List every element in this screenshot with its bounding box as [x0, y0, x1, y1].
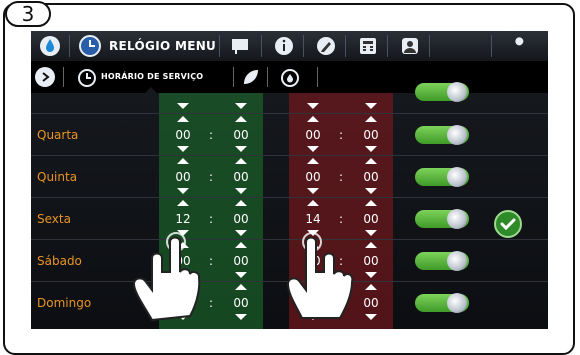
start-minute-down[interactable]: [235, 230, 247, 236]
day-toggle[interactable]: [415, 209, 469, 229]
end-minute[interactable]: 00: [359, 212, 383, 226]
start-minute[interactable]: 00: [229, 254, 253, 268]
time-separator: :: [209, 128, 214, 142]
end-hour-down[interactable]: [307, 103, 319, 109]
end-minute-down[interactable]: [365, 103, 377, 109]
start-minute-down[interactable]: [235, 103, 247, 109]
day-label: Quinta: [37, 170, 78, 184]
start-minute[interactable]: 00: [229, 128, 253, 142]
right-hand-tap-icon: [286, 232, 354, 319]
start-minute-up[interactable]: [235, 200, 247, 206]
start-hour-down[interactable]: [177, 188, 189, 194]
time-separator: :: [209, 296, 214, 310]
day-label: Sexta: [37, 212, 71, 226]
end-minute-down[interactable]: [365, 230, 377, 236]
day-toggle[interactable]: [415, 167, 469, 187]
start-hour-up[interactable]: [177, 158, 189, 164]
end-minute[interactable]: 00: [359, 170, 383, 184]
calculator-icon[interactable]: [355, 35, 381, 57]
time-separator: :: [339, 212, 344, 226]
day-toggle[interactable]: [415, 82, 469, 102]
clock-icon[interactable]: [77, 35, 103, 57]
time-separator: :: [209, 212, 214, 226]
start-hour[interactable]: 00: [171, 128, 195, 142]
start-minute[interactable]: 00: [229, 212, 253, 226]
end-minute-down[interactable]: [365, 314, 377, 320]
day-toggle[interactable]: [415, 293, 469, 313]
end-hour-down[interactable]: [307, 188, 319, 194]
time-separator: :: [339, 170, 344, 184]
start-hour-up[interactable]: [177, 200, 189, 206]
top-menu-bar: RELÓGIO MENU: [31, 31, 548, 61]
end-hour[interactable]: 14: [301, 212, 325, 226]
start-hour[interactable]: 00: [171, 170, 195, 184]
checkmark-icon: [500, 218, 516, 231]
start-hour-down[interactable]: [177, 146, 189, 152]
start-minute-down[interactable]: [235, 314, 247, 320]
end-hour-up[interactable]: [307, 116, 319, 122]
start-minute-up[interactable]: [235, 284, 247, 290]
start-minute[interactable]: 00: [229, 170, 253, 184]
start-minute[interactable]: 00: [229, 296, 253, 310]
user-icon[interactable]: [397, 35, 423, 57]
wrench-icon[interactable]: [507, 35, 533, 57]
start-minute-up[interactable]: [235, 116, 247, 122]
step-number-badge: 3: [5, 1, 51, 27]
start-hour-down[interactable]: [177, 103, 189, 109]
left-hand-tap-icon: [132, 232, 201, 322]
end-minute-up[interactable]: [365, 200, 377, 206]
end-minute-down[interactable]: [365, 272, 377, 278]
pencil-icon[interactable]: [313, 35, 339, 57]
end-hour[interactable]: 00: [301, 128, 325, 142]
start-hour-up[interactable]: [177, 116, 189, 122]
end-minute[interactable]: 00: [359, 254, 383, 268]
start-minute-up[interactable]: [235, 242, 247, 248]
end-minute[interactable]: 00: [359, 296, 383, 310]
end-minute-down[interactable]: [365, 188, 377, 194]
end-minute-up[interactable]: [365, 116, 377, 122]
schedule-row-quinta: Quinta 00 : 00 00 : 00: [31, 155, 548, 198]
day-label: Quarta: [37, 128, 79, 142]
end-minute-down[interactable]: [365, 146, 377, 152]
info-icon[interactable]: [271, 35, 297, 57]
start-hour[interactable]: 12: [171, 212, 195, 226]
day-toggle[interactable]: [415, 251, 469, 271]
water-drop-icon[interactable]: [37, 35, 63, 57]
day-label: Domingo: [37, 296, 92, 310]
flag-icon[interactable]: [227, 35, 253, 57]
time-separator: :: [209, 170, 214, 184]
confirm-button[interactable]: [494, 210, 522, 238]
end-hour-up[interactable]: [307, 200, 319, 206]
menu-title: RELÓGIO MENU: [109, 39, 217, 53]
end-minute-up[interactable]: [365, 242, 377, 248]
start-minute-down[interactable]: [235, 188, 247, 194]
start-minute-down[interactable]: [235, 146, 247, 152]
end-hour[interactable]: 00: [301, 170, 325, 184]
schedule-row-quarta: Quarta 00 : 00 00 : 00: [31, 113, 548, 156]
end-minute-up[interactable]: [365, 158, 377, 164]
start-minute-down[interactable]: [235, 272, 247, 278]
day-label: Sábado: [37, 254, 82, 268]
time-separator: :: [339, 128, 344, 142]
end-minute[interactable]: 00: [359, 128, 383, 142]
day-toggle[interactable]: [415, 125, 469, 145]
end-hour-down[interactable]: [307, 146, 319, 152]
schedule-row: [31, 71, 548, 113]
end-minute-up[interactable]: [365, 284, 377, 290]
time-separator: :: [209, 254, 214, 268]
end-hour-up[interactable]: [307, 158, 319, 164]
start-minute-up[interactable]: [235, 158, 247, 164]
